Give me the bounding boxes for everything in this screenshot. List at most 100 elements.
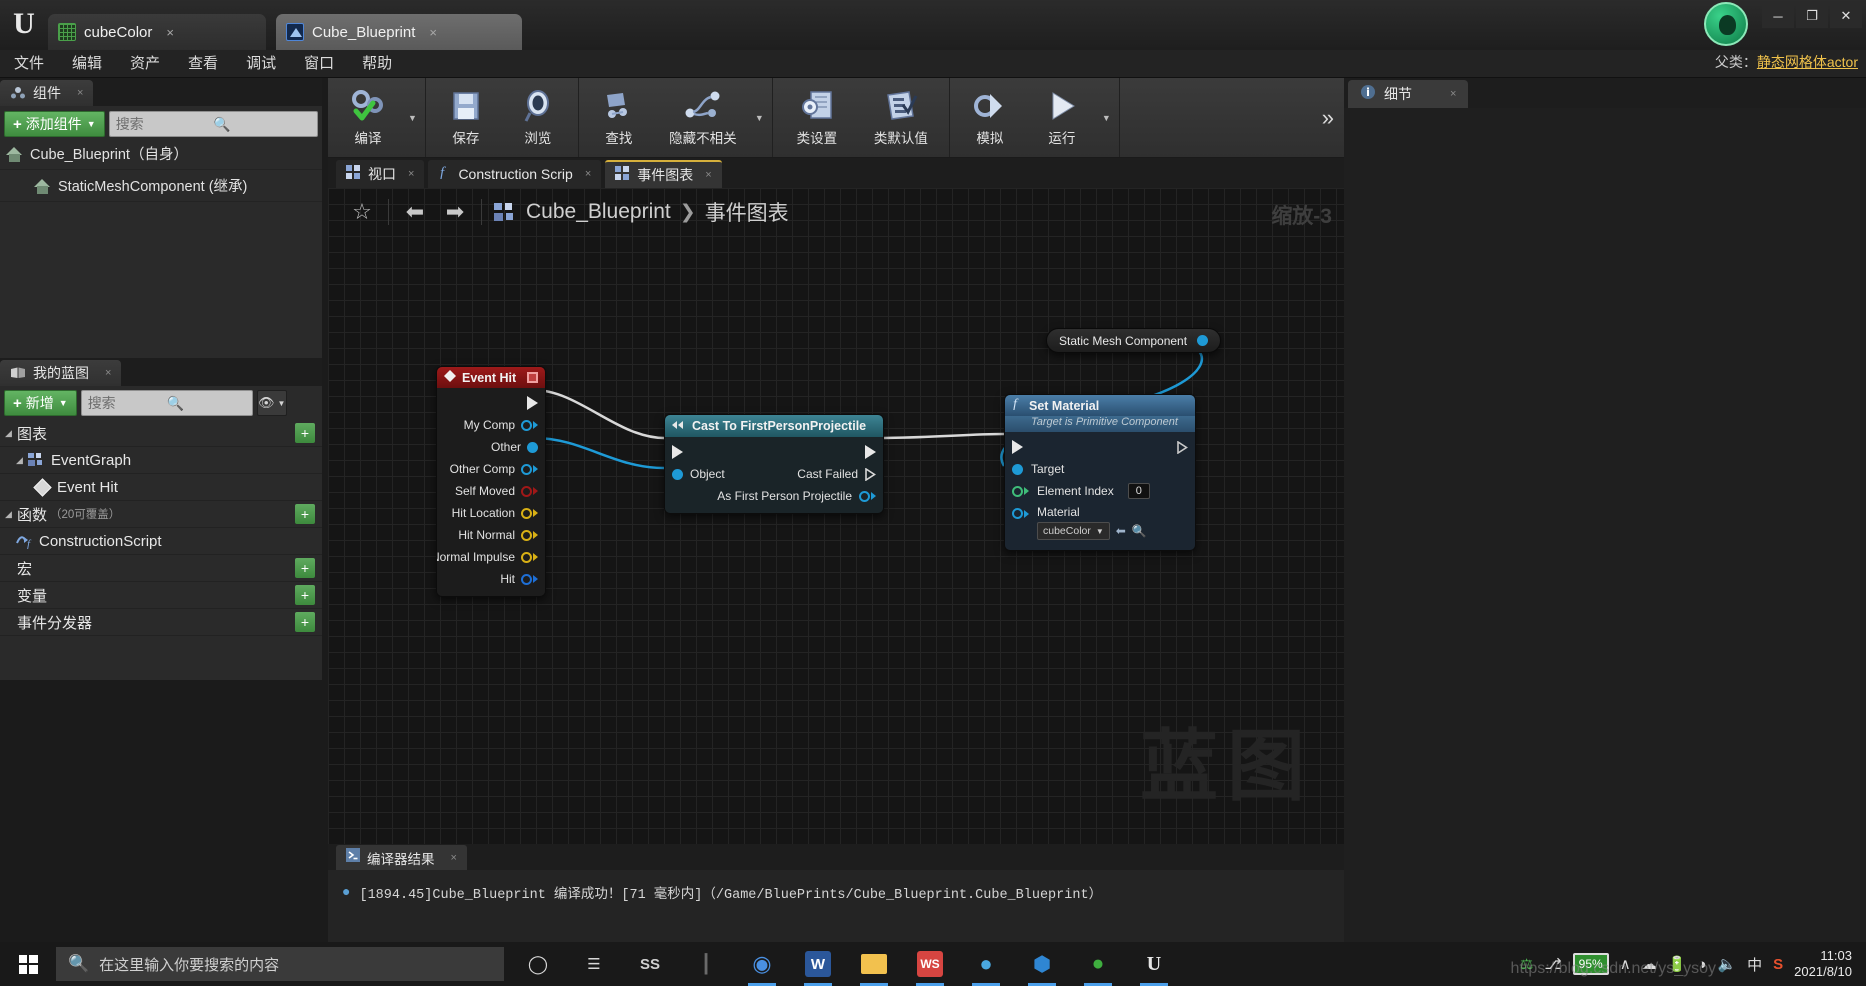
close-icon[interactable]: × xyxy=(77,87,83,99)
pin-row-exec[interactable] xyxy=(665,441,883,463)
pin-row-hit[interactable]: Hit xyxy=(437,568,545,590)
pin-row-other[interactable]: Other xyxy=(437,436,545,458)
tab-viewport[interactable]: 视口 × xyxy=(336,160,425,188)
pin-row-element-index[interactable]: Element Index 0 xyxy=(1005,480,1195,502)
hide-unrelated-caret-icon[interactable]: ▼ xyxy=(751,113,768,123)
close-icon[interactable]: × xyxy=(451,852,457,864)
add-new-button[interactable]: + 新增 ▼ xyxy=(4,390,77,416)
input-pin-target[interactable] xyxy=(1012,463,1023,475)
maximize-button[interactable]: ❐ xyxy=(1796,4,1828,28)
expand-arrow-icon[interactable]: ◢ xyxy=(5,428,17,439)
exec-output-pin[interactable] xyxy=(1177,440,1188,454)
find-button[interactable]: 查找 xyxy=(583,78,655,157)
exec-output-pin-cast-failed[interactable] xyxy=(865,467,876,481)
tab-details[interactable]: 细节 × xyxy=(1348,80,1469,108)
simulate-button[interactable]: 模拟 xyxy=(954,78,1026,157)
visibility-toggle-button[interactable]: 👁 ▼ xyxy=(256,390,287,416)
add-function-button[interactable]: + xyxy=(295,504,315,524)
window-tab-cube-blueprint[interactable]: Cube_Blueprint × xyxy=(276,14,522,50)
tab-components[interactable]: 组件 × xyxy=(0,80,94,106)
output-pin-other-comp[interactable] xyxy=(521,463,532,475)
pin-row-target[interactable]: Target xyxy=(1005,458,1195,480)
ime-icon[interactable]: 中 xyxy=(1747,954,1762,975)
components-search-input[interactable]: 搜索 🔍 xyxy=(108,111,318,137)
taskbar-search-input[interactable]: 🔍 在这里输入你要搜索的内容 xyxy=(56,947,504,981)
close-icon[interactable]: × xyxy=(408,168,414,180)
pin-row-normal-impulse[interactable]: Normal Impulse xyxy=(437,546,545,568)
expand-arrow-icon[interactable]: ◢ xyxy=(5,509,17,520)
use-selected-asset-icon[interactable]: ⬅ xyxy=(1116,524,1126,538)
play-options-caret-icon[interactable]: ▼ xyxy=(1098,113,1115,123)
exec-output-pin[interactable] xyxy=(527,396,538,410)
back-arrow-icon[interactable]: ⬅ xyxy=(395,192,435,232)
tab-event-graph[interactable]: 事件图表 × xyxy=(605,160,722,188)
close-icon[interactable]: × xyxy=(105,367,111,379)
browse-asset-icon[interactable]: 🔍 xyxy=(1132,524,1147,538)
volume-icon[interactable]: 🔈 xyxy=(1717,955,1736,973)
breadcrumb-leaf[interactable]: 事件图表 xyxy=(705,197,789,227)
explorer-icon[interactable] xyxy=(850,942,898,986)
compiler-log-line[interactable]: ● [1894.45]Cube_Blueprint 编译成功！[71 毫秒内]（… xyxy=(342,882,1334,903)
pin-row-self-moved[interactable]: Self Moved xyxy=(437,480,545,502)
vscode-icon[interactable]: ⬢ xyxy=(1018,942,1066,986)
output-pin-object[interactable] xyxy=(1197,335,1209,346)
chrome-icon[interactable]: ◉ xyxy=(738,942,786,986)
task-view-icon[interactable]: ☰ xyxy=(570,942,618,986)
output-pin-hit[interactable] xyxy=(521,573,532,585)
favorite-star-icon[interactable]: ☆ xyxy=(342,192,382,232)
node-set-material[interactable]: f Set Material Target is Primitive Compo… xyxy=(1004,394,1196,551)
material-select[interactable]: cubeColor ▼ xyxy=(1037,522,1110,540)
exec-input-pin[interactable] xyxy=(672,445,683,459)
forward-arrow-icon[interactable]: ➡ xyxy=(435,192,475,232)
section-macros[interactable]: 宏 + xyxy=(0,555,322,582)
browse-button[interactable]: 浏览 xyxy=(502,78,574,157)
start-button[interactable] xyxy=(0,942,56,986)
parent-class-link[interactable]: 静态网格体actor xyxy=(1757,54,1858,70)
close-icon[interactable]: × xyxy=(1450,88,1456,100)
close-icon[interactable]: × xyxy=(429,25,437,40)
close-icon[interactable]: × xyxy=(166,25,174,40)
pin-row-as-first-person-projectile[interactable]: As First Person Projectile xyxy=(665,485,883,507)
node-event-hit[interactable]: Event Hit My Comp Other Other Comp Self … xyxy=(436,366,546,597)
menu-item-window[interactable]: 窗口 xyxy=(290,50,348,78)
node-breakpoint-icon[interactable] xyxy=(527,372,538,383)
class-defaults-button[interactable]: 类默认值 xyxy=(857,78,945,157)
add-component-button[interactable]: + 添加组件 ▼ xyxy=(4,111,105,137)
play-button[interactable]: 运行 xyxy=(1026,78,1098,157)
close-button[interactable]: ✕ xyxy=(1830,4,1862,28)
window-tab-cubecolor[interactable]: cubeColor × xyxy=(48,14,266,50)
input-pin-object[interactable] xyxy=(672,468,683,480)
node-static-mesh-component[interactable]: Static Mesh Component xyxy=(1046,328,1222,353)
add-macro-button[interactable]: + xyxy=(295,558,315,578)
output-pin-as-fpp[interactable] xyxy=(859,490,870,502)
expand-arrow-icon[interactable]: ◢ xyxy=(16,455,28,466)
menu-item-edit[interactable]: 编辑 xyxy=(58,50,116,78)
menu-item-help[interactable]: 帮助 xyxy=(348,50,406,78)
output-pin-hit-location[interactable] xyxy=(521,507,532,519)
compile-button[interactable]: 编译 xyxy=(332,78,404,157)
item-event-hit[interactable]: Event Hit xyxy=(0,474,322,501)
section-variables[interactable]: 变量 + xyxy=(0,582,322,609)
my-blueprint-search-input[interactable]: 搜索 🔍 xyxy=(80,390,253,416)
pin-row-exec-out[interactable] xyxy=(437,392,545,414)
sogou-icon[interactable]: S xyxy=(1773,956,1783,973)
output-pin-my-comp[interactable] xyxy=(521,419,532,431)
add-graph-button[interactable]: + xyxy=(295,423,315,443)
component-tree-row-self[interactable]: Cube_Blueprint（自身） xyxy=(0,138,322,170)
minimize-button[interactable]: ─ xyxy=(1762,4,1794,28)
add-variable-button[interactable]: + xyxy=(295,585,315,605)
menu-item-debug[interactable]: 调试 xyxy=(232,50,290,78)
close-icon[interactable]: × xyxy=(705,169,711,181)
wechat-icon[interactable]: ● xyxy=(1074,942,1122,986)
toolbar-overflow-button[interactable]: » xyxy=(1322,105,1344,131)
component-tree-row-staticmesh[interactable]: StaticMeshComponent (继承) xyxy=(0,170,322,202)
ss-icon[interactable]: SS xyxy=(626,942,674,986)
output-pin-other[interactable] xyxy=(527,441,538,453)
tab-compiler-results[interactable]: 编译器结果 × xyxy=(336,845,467,870)
unreal-icon[interactable]: U xyxy=(1130,942,1178,986)
exec-output-pin[interactable] xyxy=(865,445,876,459)
qq-icon[interactable]: ● xyxy=(962,942,1010,986)
section-event-dispatchers[interactable]: 事件分发器 + xyxy=(0,609,322,636)
pin-row-exec[interactable] xyxy=(1005,436,1195,458)
tab-construction-script[interactable]: f Construction Scrip × xyxy=(428,160,602,188)
